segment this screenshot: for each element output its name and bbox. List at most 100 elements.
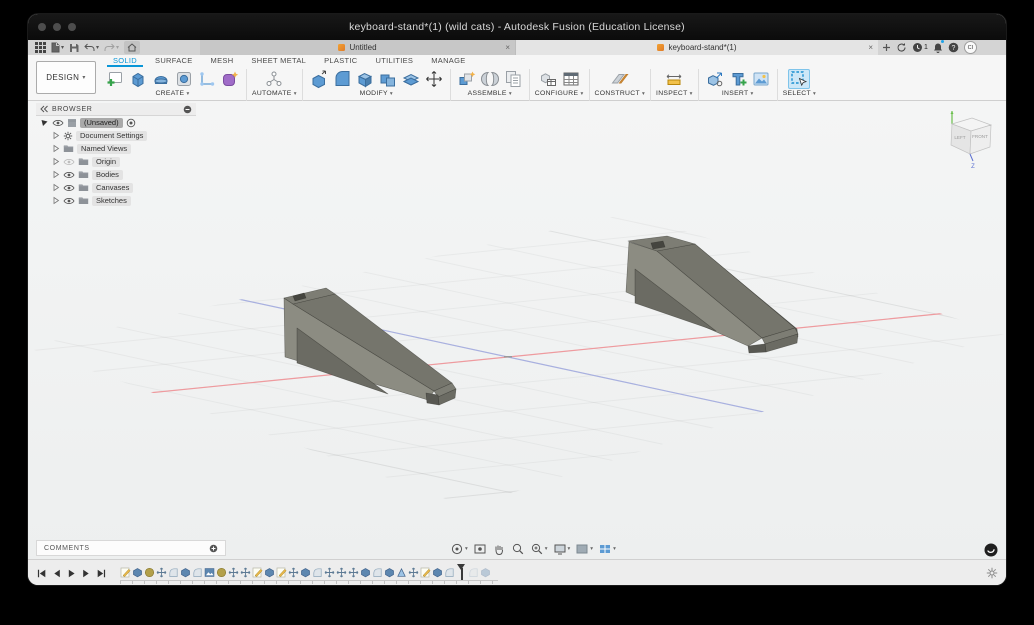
fit-icon[interactable]: ▾: [530, 542, 548, 556]
new-component-icon[interactable]: [456, 69, 478, 89]
group-label-inspect[interactable]: INSPECT ▾: [656, 90, 693, 97]
zoom-window-button[interactable]: [68, 23, 76, 31]
browser-item-label[interactable]: Sketches: [92, 195, 131, 206]
timeline-feature-extrude[interactable]: [132, 567, 143, 578]
insert-canvas-icon[interactable]: [750, 69, 772, 89]
timeline-feature-form[interactable]: [144, 567, 155, 578]
group-label-create[interactable]: CREATE ▾: [155, 90, 189, 97]
automate-icon[interactable]: [263, 69, 285, 89]
undo-icon[interactable]: ▾: [84, 41, 99, 54]
timeline-feature-extrude[interactable]: [180, 567, 191, 578]
visibility-eye-off-icon[interactable]: [63, 158, 75, 166]
measure-icon[interactable]: [663, 69, 685, 89]
split-body-icon[interactable]: [400, 69, 422, 89]
visibility-eye-icon[interactable]: [63, 171, 75, 179]
minus-circle-icon[interactable]: [183, 105, 192, 114]
timeline-feature-sketch[interactable]: [120, 567, 131, 578]
browser-header[interactable]: BROWSER: [36, 103, 196, 116]
viewport-canvas[interactable]: BROWSER (Unsaved) Document Settings Named …: [28, 101, 1006, 560]
collapse-panel-icon[interactable]: [40, 105, 48, 113]
job-status-icon[interactable]: 1: [912, 41, 928, 54]
timeline-feature-extrude[interactable]: [384, 567, 395, 578]
timeline-feature-fillet[interactable]: [372, 567, 383, 578]
timeline-step-back-button[interactable]: [51, 567, 62, 580]
browser-item-canvases[interactable]: Canvases: [36, 181, 196, 194]
close-window-button[interactable]: [38, 23, 46, 31]
timeline-feature-move[interactable]: [240, 567, 251, 578]
timeline-feature-canvas[interactable]: [204, 567, 215, 578]
orbit-icon[interactable]: ▾: [450, 542, 468, 556]
add-comment-icon[interactable]: [209, 544, 218, 553]
timeline-feature-extrude[interactable]: [432, 567, 443, 578]
expand-triangle-icon[interactable]: [52, 131, 60, 140]
insert-derive-icon[interactable]: [704, 69, 726, 89]
group-label-construct[interactable]: CONSTRUCT ▾: [595, 90, 646, 97]
visibility-eye-icon[interactable]: [63, 184, 75, 192]
ribbon-tab-mesh[interactable]: MESH: [202, 55, 243, 66]
timeline-feature-move[interactable]: [288, 567, 299, 578]
ribbon-tab-manage[interactable]: MANAGE: [422, 55, 474, 66]
viewports-icon[interactable]: ▾: [598, 542, 616, 556]
browser-item-label[interactable]: Document Settings: [76, 130, 148, 141]
insert-part-icon[interactable]: [727, 69, 749, 89]
help-icon[interactable]: ?: [948, 41, 959, 54]
timeline-feature-sketch[interactable]: [252, 567, 263, 578]
group-label-configure[interactable]: CONFIGURE ▾: [535, 90, 584, 97]
home-icon[interactable]: [124, 41, 141, 54]
grid-display-icon[interactable]: ▾: [575, 542, 593, 556]
browser-item-document-settings[interactable]: Document Settings: [36, 129, 196, 142]
timeline-feature-rib[interactable]: [396, 567, 407, 578]
press-pull-icon[interactable]: [308, 69, 330, 89]
avatar[interactable]: CI: [963, 41, 977, 54]
timeline-feature-fillet[interactable]: [168, 567, 179, 578]
close-tab-icon[interactable]: ×: [505, 43, 510, 52]
expanded-triangle-icon[interactable]: [40, 118, 49, 127]
doc-tab-untitled[interactable]: Untitled ×: [200, 40, 516, 55]
browser-item-label[interactable]: Named Views: [77, 143, 132, 154]
model-left[interactable]: [283, 287, 457, 406]
timeline-feature-form[interactable]: [216, 567, 227, 578]
ribbon-tab-utilities[interactable]: UTILITIES: [367, 55, 423, 66]
ribbon-tab-surface[interactable]: SURFACE: [146, 55, 202, 66]
fillet-icon[interactable]: [331, 69, 353, 89]
timeline-feature-move[interactable]: [228, 567, 239, 578]
timeline-settings-gear[interactable]: [986, 566, 998, 584]
hole-icon[interactable]: [173, 69, 195, 89]
bom-icon[interactable]: [502, 69, 524, 89]
browser-item-unsaved[interactable]: (Unsaved): [36, 116, 196, 129]
timeline-playhead[interactable]: [457, 564, 466, 580]
timeline-feature-move[interactable]: [348, 567, 359, 578]
visibility-eye-icon[interactable]: [52, 119, 64, 127]
sync-icon[interactable]: [896, 41, 907, 54]
ribbon-tab-solid[interactable]: SOLID: [104, 55, 146, 67]
timeline-feature-move[interactable]: [336, 567, 347, 578]
timeline-feature-fillet[interactable]: [312, 567, 323, 578]
pan-icon[interactable]: [492, 542, 506, 556]
browser-item-sketches[interactable]: Sketches: [36, 194, 196, 207]
app-grid-icon[interactable]: [35, 41, 46, 54]
timeline-feature-extrude[interactable]: [360, 567, 371, 578]
group-label-modify[interactable]: MODIFY ▾: [360, 90, 393, 97]
minimize-window-button[interactable]: [53, 23, 61, 31]
create-sketch-icon[interactable]: [104, 69, 126, 89]
viewcube-face-front[interactable]: FRONT: [972, 134, 988, 139]
comments-bar[interactable]: COMMENTS: [36, 540, 226, 556]
timeline-feature-extrude[interactable]: [300, 567, 311, 578]
group-label-select[interactable]: SELECT ▾: [783, 90, 816, 97]
expand-triangle-icon[interactable]: [52, 183, 60, 192]
redo-icon[interactable]: ▾: [104, 41, 119, 54]
browser-item-named-views[interactable]: Named Views: [36, 142, 196, 155]
combine-icon[interactable]: [377, 69, 399, 89]
sketch-dimension-icon[interactable]: [196, 69, 218, 89]
group-label-automate[interactable]: AUTOMATE ▾: [252, 90, 297, 97]
view-cube[interactable]: LEFT FRONT Z: [933, 107, 1005, 171]
browser-item-label[interactable]: (Unsaved): [80, 117, 123, 128]
visibility-eye-icon[interactable]: [63, 197, 75, 205]
joint-icon[interactable]: [479, 69, 501, 89]
ribbon-tab-plastic[interactable]: PLASTIC: [315, 55, 366, 66]
revolve-icon[interactable]: [150, 69, 172, 89]
close-tab-icon[interactable]: ×: [868, 43, 873, 52]
group-label-insert[interactable]: INSERT ▾: [722, 90, 754, 97]
browser-item-origin[interactable]: Origin: [36, 155, 196, 168]
group-label-assemble[interactable]: ASSEMBLE ▾: [468, 90, 512, 97]
